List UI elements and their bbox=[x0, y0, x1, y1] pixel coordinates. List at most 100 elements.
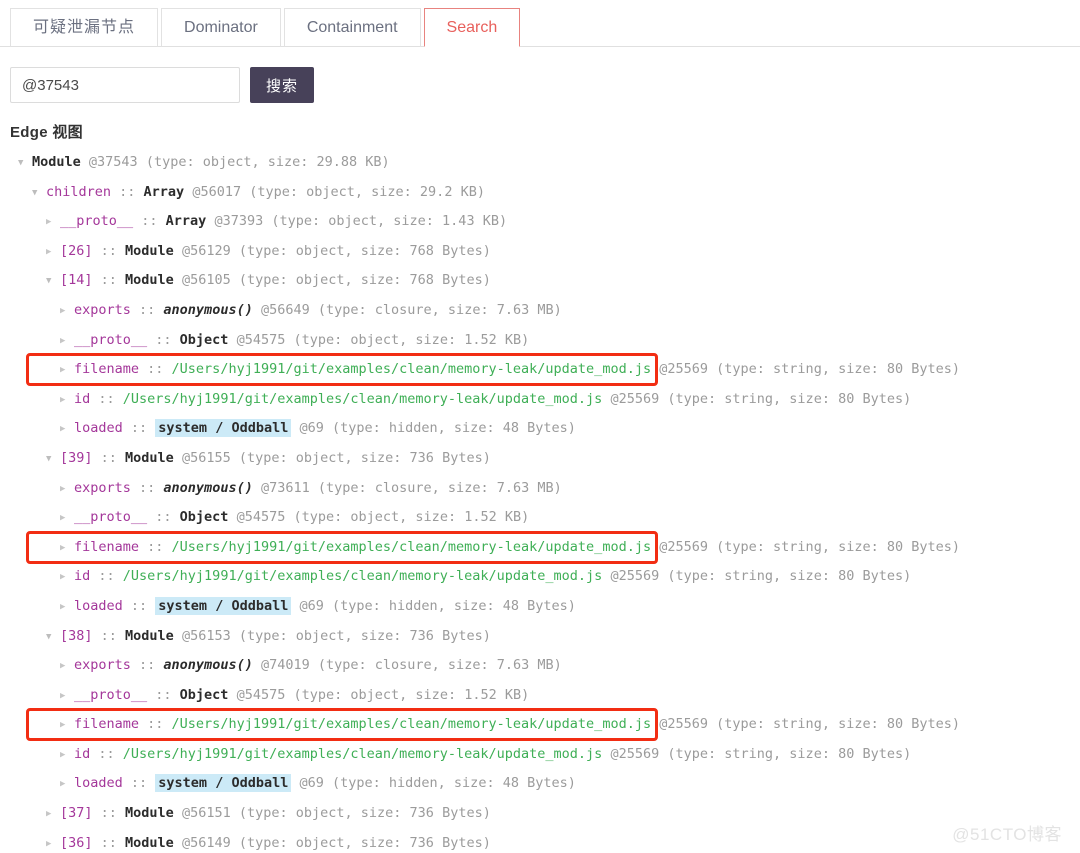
chevron-right-icon[interactable]: ▶ bbox=[46, 800, 60, 830]
tree-row-separator: :: bbox=[111, 183, 144, 200]
tree-row[interactable]: ▶ exports :: anonymous() @56649 (type: cl… bbox=[10, 296, 1080, 326]
tree-row[interactable]: ▼ Module @37543 (type: object, size: 29.8… bbox=[10, 148, 1080, 178]
tab-search[interactable]: Search bbox=[423, 8, 521, 47]
chevron-right-icon[interactable]: ▶ bbox=[60, 682, 74, 712]
tree-row-value: system / Oddball bbox=[155, 419, 292, 438]
chevron-right-icon[interactable]: ▶ bbox=[60, 652, 74, 682]
tree-row-separator: :: bbox=[92, 272, 126, 289]
search-button[interactable]: 搜索 bbox=[250, 67, 315, 103]
tree-row-address: @25569 bbox=[659, 361, 709, 378]
tree-row[interactable]: ▶ id :: /Users/hyj1991/git/examples/clean… bbox=[10, 740, 1080, 770]
tree-row[interactable]: ▶ __proto__ :: Object @54575 (type: objec… bbox=[10, 681, 1080, 711]
tree-row-address: @56649 bbox=[260, 301, 310, 318]
tree-row[interactable]: ▶ filename :: /Users/hyj1991/git/examples… bbox=[10, 355, 1080, 385]
tree-row-meta: (type: object, size: 736 Bytes) bbox=[238, 627, 491, 644]
tree-row[interactable]: ▶ loaded :: system / Oddball @69 (type: h… bbox=[10, 414, 1080, 444]
tree-row-separator: :: bbox=[122, 420, 156, 437]
tree-row[interactable]: ▶ exports :: anonymous() @74019 (type: cl… bbox=[10, 651, 1080, 681]
tree-row-separator: :: bbox=[139, 538, 172, 555]
tree-row[interactable]: ▶ __proto__ :: Object @54575 (type: objec… bbox=[10, 503, 1080, 533]
tree-row-separator: :: bbox=[92, 627, 126, 644]
tree-row[interactable]: ▶ __proto__ :: Object @54575 (type: objec… bbox=[10, 326, 1080, 356]
chevron-right-icon[interactable]: ▶ bbox=[60, 534, 74, 564]
tree-row-key: exports bbox=[74, 657, 131, 674]
tree-row-key: filename bbox=[74, 538, 140, 555]
tree-row-value: /Users/hyj1991/git/examples/clean/memory… bbox=[122, 390, 603, 407]
edge-tree: ▼ Module @37543 (type: object, size: 29.8… bbox=[0, 148, 1080, 853]
tree-row-address: @25569 bbox=[610, 390, 660, 407]
tree-row[interactable]: ▶ filename :: /Users/hyj1991/git/examples… bbox=[10, 710, 1080, 740]
tree-row-separator: :: bbox=[130, 479, 164, 496]
tree-row-meta: (type: hidden, size: 48 Bytes) bbox=[332, 420, 576, 437]
chevron-right-icon[interactable]: ▶ bbox=[46, 830, 60, 853]
tree-row-address: @37393 bbox=[214, 213, 264, 230]
tree-row-key: loaded bbox=[74, 775, 123, 792]
chevron-right-icon[interactable]: ▶ bbox=[60, 297, 74, 327]
tree-row[interactable]: ▶ exports :: anonymous() @73611 (type: cl… bbox=[10, 474, 1080, 504]
tree-row-address: @54575 bbox=[236, 509, 286, 526]
tree-row-separator: :: bbox=[90, 745, 123, 762]
tree-row[interactable]: ▶ __proto__ :: Array @37393 (type: object… bbox=[10, 207, 1080, 237]
chevron-down-icon[interactable]: ▼ bbox=[18, 149, 32, 179]
tree-row[interactable]: ▶ loaded :: system / Oddball @69 (type: h… bbox=[10, 769, 1080, 799]
tree-row-separator: :: bbox=[147, 509, 180, 526]
tree-row-address: @25569 bbox=[610, 745, 660, 762]
tree-row-meta: (type: string, size: 80 Bytes) bbox=[716, 361, 960, 378]
tree-row-key: id bbox=[74, 568, 91, 585]
chevron-right-icon[interactable]: ▶ bbox=[60, 593, 74, 623]
tree-row-address: @54575 bbox=[236, 686, 286, 703]
tree-row[interactable]: ▼ [14] :: Module @56105 (type: object, si… bbox=[10, 266, 1080, 296]
tree-row[interactable]: ▶ id :: /Users/hyj1991/git/examples/clean… bbox=[10, 385, 1080, 415]
tree-row-address: @69 bbox=[299, 775, 324, 792]
chevron-down-icon[interactable]: ▼ bbox=[32, 179, 46, 209]
chevron-right-icon[interactable]: ▶ bbox=[60, 504, 74, 534]
tree-row-key: id bbox=[74, 745, 91, 762]
tree-row-value: Array bbox=[165, 213, 207, 230]
chevron-right-icon[interactable]: ▶ bbox=[60, 563, 74, 593]
tree-row-address: @56105 bbox=[181, 272, 231, 289]
tree-row[interactable]: ▶ id :: /Users/hyj1991/git/examples/clean… bbox=[10, 562, 1080, 592]
tab-leak-nodes[interactable]: 可疑泄漏节点 bbox=[10, 8, 159, 47]
tree-row[interactable]: ▼ children :: Array @56017 (type: object,… bbox=[10, 178, 1080, 208]
chevron-right-icon[interactable]: ▶ bbox=[60, 711, 74, 741]
tab-dominator[interactable]: Dominator bbox=[161, 8, 281, 47]
tree-row[interactable]: ▶ [37] :: Module @56151 (type: object, si… bbox=[10, 799, 1080, 829]
tree-row-address: @56151 bbox=[181, 805, 231, 822]
tree-row-key: [14] bbox=[60, 272, 93, 289]
chevron-right-icon[interactable]: ▶ bbox=[60, 327, 74, 357]
page-title: Edge 视图 bbox=[10, 124, 83, 141]
chevron-right-icon[interactable]: ▶ bbox=[60, 741, 74, 771]
tree-row-address: @56153 bbox=[181, 627, 231, 644]
tree-row[interactable]: ▶ loaded :: system / Oddball @69 (type: h… bbox=[10, 592, 1080, 622]
search-input[interactable] bbox=[10, 67, 240, 103]
chevron-right-icon[interactable]: ▶ bbox=[60, 386, 74, 416]
tab-containment[interactable]: Containment bbox=[283, 8, 421, 47]
chevron-right-icon[interactable]: ▶ bbox=[46, 208, 60, 238]
tree-row-meta: (type: object, size: 736 Bytes) bbox=[238, 805, 491, 822]
tree-row-separator: :: bbox=[92, 805, 126, 822]
tree-row[interactable]: ▼ [39] :: Module @56155 (type: object, si… bbox=[10, 444, 1080, 474]
chevron-right-icon[interactable]: ▶ bbox=[46, 238, 60, 268]
tree-row-key: __proto__ bbox=[74, 331, 148, 348]
chevron-right-icon[interactable]: ▶ bbox=[60, 356, 74, 386]
chevron-right-icon[interactable]: ▶ bbox=[60, 770, 74, 800]
tree-row-meta: (type: string, size: 80 Bytes) bbox=[716, 538, 960, 555]
tree-row-key: __proto__ bbox=[74, 686, 148, 703]
tree-row[interactable]: ▼ [38] :: Module @56153 (type: object, si… bbox=[10, 622, 1080, 652]
chevron-right-icon[interactable]: ▶ bbox=[60, 475, 74, 505]
chevron-down-icon[interactable]: ▼ bbox=[46, 445, 60, 475]
chevron-down-icon[interactable]: ▼ bbox=[46, 623, 60, 653]
tree-row-value: /Users/hyj1991/git/examples/clean/memory… bbox=[171, 538, 652, 555]
tree-row[interactable]: ▶ [26] :: Module @56129 (type: object, si… bbox=[10, 237, 1080, 267]
tree-row[interactable]: ▶ [36] :: Module @56149 (type: object, si… bbox=[10, 829, 1080, 853]
chevron-right-icon[interactable]: ▶ bbox=[60, 415, 74, 445]
tree-row-value: /Users/hyj1991/git/examples/clean/memory… bbox=[122, 568, 603, 585]
tree-row-meta: (type: string, size: 80 Bytes) bbox=[667, 745, 912, 762]
tree-row-separator: :: bbox=[130, 301, 164, 318]
chevron-down-icon[interactable]: ▼ bbox=[46, 267, 60, 297]
tree-row-separator: :: bbox=[92, 834, 126, 851]
tree-row-value: Module bbox=[125, 834, 174, 851]
tree-row-key: [37] bbox=[60, 805, 93, 822]
tree-row-meta: (type: object, size: 29.88 KB) bbox=[145, 154, 390, 170]
tree-row[interactable]: ▶ filename :: /Users/hyj1991/git/examples… bbox=[10, 533, 1080, 563]
